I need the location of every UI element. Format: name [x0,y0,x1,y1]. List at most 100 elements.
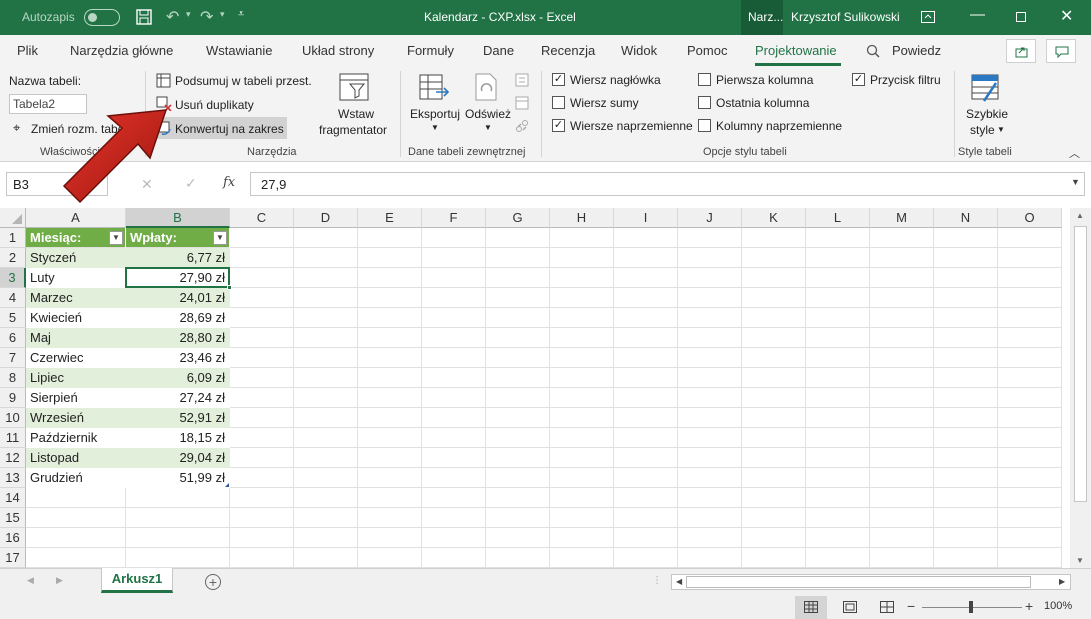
cell[interactable] [614,288,678,308]
cell[interactable] [486,368,550,388]
row-header[interactable]: 15 [0,508,26,528]
row-header[interactable]: 10 [0,408,26,428]
amount-cell[interactable]: 29,04 zł [126,448,230,468]
cell[interactable] [550,448,614,468]
filter-dropdown-icon[interactable]: ▼ [109,231,123,245]
cell[interactable] [230,408,294,428]
cell[interactable] [870,328,934,348]
undo-dropdown-icon[interactable]: ▾ [186,9,191,20]
cell[interactable] [294,528,358,548]
cell[interactable] [998,348,1062,368]
cell[interactable] [934,328,998,348]
cell[interactable] [230,308,294,328]
cell[interactable] [26,548,126,568]
share-button[interactable] [1006,39,1036,63]
month-cell[interactable]: Maj [26,328,126,348]
cell[interactable] [806,428,870,448]
cell[interactable] [934,228,998,248]
cell[interactable] [998,268,1062,288]
banded-columns-checkbox[interactable] [698,119,711,132]
cell[interactable] [486,428,550,448]
convert-to-range-button[interactable]: Konwertuj na zakres [175,122,284,136]
cell[interactable] [422,428,486,448]
month-cell[interactable]: Czerwiec [26,348,126,368]
cell[interactable] [678,408,742,428]
cell[interactable] [614,468,678,488]
month-cell[interactable]: Listopad [26,448,126,468]
comments-button[interactable] [1046,39,1076,63]
cell[interactable] [934,388,998,408]
first-column-checkbox[interactable] [698,73,711,86]
cell[interactable] [358,268,422,288]
tab-design[interactable]: Projektowanie [755,43,837,58]
cell[interactable] [126,548,230,568]
remove-duplicates-button[interactable]: Usuń duplikaty [175,98,254,112]
column-header[interactable]: E [358,208,422,228]
cell[interactable] [870,528,934,548]
cell[interactable] [486,508,550,528]
cell[interactable] [358,248,422,268]
undo-icon[interactable]: ↶ [166,7,179,27]
cell[interactable] [358,368,422,388]
cell[interactable] [294,308,358,328]
cell[interactable] [742,268,806,288]
cell[interactable] [934,488,998,508]
row-header[interactable]: 13 [0,468,26,488]
cell[interactable] [742,448,806,468]
split-handle-icon[interactable]: ⋮ [652,575,662,586]
close-icon[interactable]: ✕ [1060,6,1073,26]
cell[interactable] [678,428,742,448]
cell[interactable] [806,308,870,328]
cell[interactable] [870,548,934,568]
tab-page-layout[interactable]: Układ strony [302,43,374,58]
cell[interactable] [486,528,550,548]
cell[interactable] [678,468,742,488]
cell[interactable] [486,408,550,428]
amount-cell[interactable]: 24,01 zł [126,288,230,308]
cell[interactable] [230,368,294,388]
row-header[interactable]: 7 [0,348,26,368]
cell[interactable] [806,268,870,288]
cell[interactable] [998,368,1062,388]
horizontal-scrollbar[interactable]: ◀ ▶ [671,574,1071,590]
cell[interactable] [870,428,934,448]
cell[interactable] [678,288,742,308]
cell[interactable] [678,308,742,328]
refresh-button[interactable]: Odśwież [465,107,511,121]
cell[interactable] [998,488,1062,508]
cell[interactable] [998,508,1062,528]
cell[interactable] [294,448,358,468]
cell[interactable] [742,288,806,308]
cell[interactable] [422,228,486,248]
scroll-thumb[interactable] [1074,226,1087,502]
user-name[interactable]: Krzysztof Sulikowski [791,10,900,24]
cell[interactable] [294,488,358,508]
cell[interactable] [486,288,550,308]
cell[interactable] [998,248,1062,268]
cell[interactable] [806,288,870,308]
cell[interactable] [678,388,742,408]
month-cell[interactable]: Marzec [26,288,126,308]
cell[interactable] [126,528,230,548]
column-header[interactable]: M [870,208,934,228]
h-scroll-thumb[interactable] [686,576,1031,588]
cell[interactable] [358,328,422,348]
cell[interactable] [614,448,678,468]
cell[interactable] [358,408,422,428]
cell[interactable] [358,348,422,368]
cell[interactable] [230,528,294,548]
cell[interactable] [486,328,550,348]
cell[interactable] [550,308,614,328]
cell[interactable] [486,488,550,508]
cell[interactable] [614,548,678,568]
tab-view[interactable]: Widok [621,43,657,58]
row-header[interactable]: 9 [0,388,26,408]
cell[interactable] [126,508,230,528]
column-header[interactable]: K [742,208,806,228]
cell[interactable] [742,348,806,368]
cell[interactable] [614,428,678,448]
amount-cell[interactable]: 27,24 zł [126,388,230,408]
cell[interactable] [742,408,806,428]
formula-input[interactable]: 27,9 [250,172,1085,196]
cell[interactable] [358,308,422,328]
